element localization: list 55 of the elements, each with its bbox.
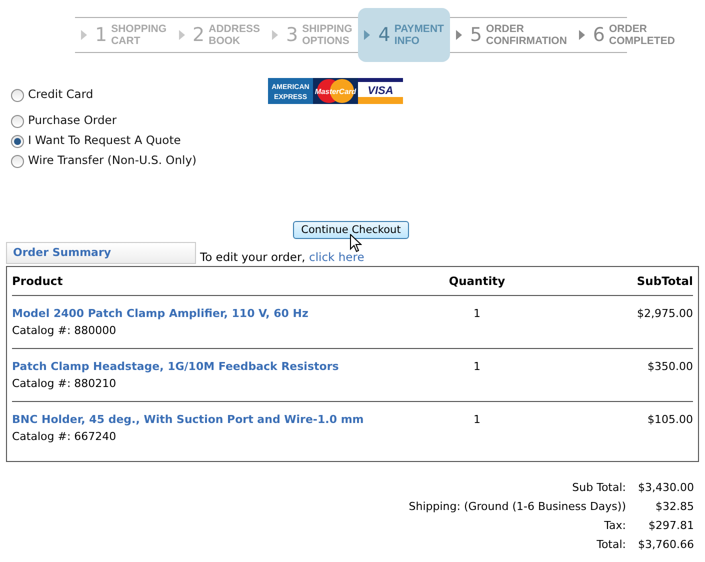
arrow-icon [364, 30, 370, 40]
arrow-icon [578, 30, 585, 40]
total-label: Tax: [604, 518, 626, 534]
arrow-icon [456, 30, 462, 40]
radio-button[interactable] [11, 114, 24, 128]
quantity-cell-text: 1 [472, 412, 482, 427]
step-label: ORDER CONFIRMATION [486, 23, 567, 47]
radio-label: Credit Card [28, 86, 94, 104]
step-label: SHOPPING CART [111, 23, 167, 47]
total-label: Sub Total: [572, 480, 626, 496]
total-value: $32.85 [654, 498, 694, 515]
column-header: SubTotal [636, 274, 693, 288]
arrow-icon [178, 30, 185, 40]
total-label: Shipping: (Ground (1-6 Business Days)) [408, 498, 626, 515]
step-label: ORDER COMPLETED [609, 23, 675, 47]
step-number: 3 [286, 22, 298, 48]
arrow-icon [81, 30, 87, 40]
step-label: PAYMENT INFO [394, 23, 444, 47]
product-link[interactable]: Model 2400 Patch Clamp Amplifier, 110 V, 60 Hz [12, 306, 412, 321]
catalog-number: Catalog #: 667240 [12, 429, 118, 444]
column-header: Product [12, 274, 64, 288]
product-link[interactable]: Patch Clamp Headstage, 1G/10M Feedback Resistors [12, 359, 412, 374]
quantity-cell-text: 1 [472, 359, 482, 374]
subtotal-cell-text: $105.00 [646, 412, 693, 427]
total-value: $297.81 [648, 518, 694, 534]
step-label: ADDRESS BOOK [208, 23, 260, 47]
edit-order-note: To edit your order, click here [200, 250, 364, 264]
total-value: $3,430.00 [637, 480, 694, 496]
quantity-cell-text: 1 [472, 306, 482, 321]
step-label: SHIPPING OPTIONS [302, 23, 352, 47]
subtotal-cell-text: $350.00 [646, 359, 693, 374]
catalog-number: Catalog #: 880000 [12, 323, 118, 338]
radio-label: Purchase Order [28, 112, 117, 130]
column-header: Quantity [448, 274, 506, 288]
radio-button[interactable] [11, 134, 24, 148]
radio-button[interactable] [11, 154, 24, 168]
catalog-number: Catalog #: 880210 [12, 376, 118, 391]
step-number: 1 [95, 22, 108, 48]
step-number: 5 [470, 22, 482, 48]
arrow-icon [272, 30, 278, 40]
card-logo: VISA [358, 78, 402, 104]
subtotal-cell-text: $2,975.00 [636, 306, 693, 321]
step-number: 4 [378, 22, 390, 48]
radio-button[interactable] [11, 88, 24, 102]
radio-label: Wire Transfer (Non-U.S. Only) [28, 152, 196, 170]
continue-checkout-button[interactable]: Continue Checkout [293, 221, 409, 239]
product-link[interactable]: BNC Holder, 45 deg., With Suction Port and Wire-1.0 mm [12, 412, 412, 427]
total-label: Total: [596, 536, 626, 553]
step-number: 2 [192, 22, 205, 48]
click-here-link[interactable]: click here [309, 250, 364, 264]
radio-label: I Want To Request A Quote [28, 132, 181, 150]
order-summary-tab[interactable]: Order Summary [6, 242, 196, 264]
total-value: $3,760.66 [637, 536, 694, 553]
mouse-cursor-icon [350, 234, 362, 253]
step-number: 6 [592, 22, 605, 48]
